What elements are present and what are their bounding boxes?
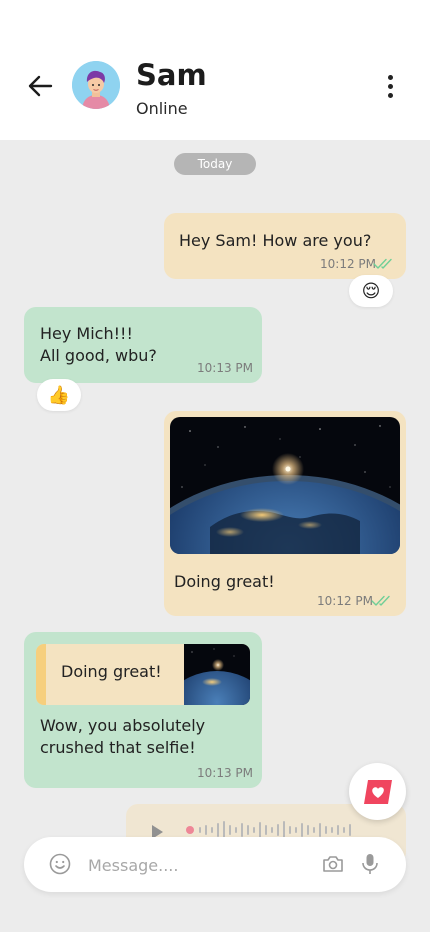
contact-status: Online	[136, 99, 188, 118]
message-time: 10:13 PM	[197, 766, 253, 780]
message-reaction[interactable]: 😌	[349, 275, 393, 307]
quoted-text: Doing great!	[61, 662, 162, 681]
back-button[interactable]	[24, 70, 56, 102]
message-text: Hey Mich!!! All good, wbu?	[40, 324, 157, 365]
shared-photo[interactable]	[170, 417, 400, 554]
sticker-button[interactable]	[349, 763, 406, 820]
message-time: 10:12 PM	[317, 594, 373, 608]
microphone-button[interactable]	[358, 852, 382, 876]
earth-photo-image	[170, 417, 400, 554]
incoming-reply-message[interactable]: Doing great! Wow, you absolutely crushed…	[24, 632, 262, 788]
quoted-message[interactable]: Doing great!	[36, 644, 250, 705]
more-options-button[interactable]	[378, 70, 402, 102]
double-check-icon	[373, 258, 392, 269]
avatar[interactable]	[72, 61, 120, 109]
incoming-message[interactable]: Hey Mich!!! All good, wbu? 10:13 PM	[24, 307, 262, 383]
image-caption: Doing great!	[174, 572, 275, 591]
person-avatar-icon	[72, 61, 120, 109]
microphone-icon	[362, 854, 378, 874]
outgoing-image-message[interactable]: Doing great! 10:12 PM	[164, 411, 406, 616]
message-text: Wow, you absolutely crushed that selfie!	[40, 716, 206, 757]
outgoing-message[interactable]: Hey Sam! How are you? 10:12 PM	[164, 213, 406, 279]
message-time: 10:12 PM	[320, 257, 376, 271]
message-reaction[interactable]: 👍	[37, 379, 81, 411]
smiley-icon	[49, 853, 71, 875]
message-time: 10:13 PM	[197, 361, 253, 375]
chat-header: Sam Online	[0, 0, 430, 140]
quote-accent-bar	[36, 644, 46, 705]
heart-sticker-icon	[363, 779, 392, 804]
contact-name[interactable]: Sam	[136, 58, 207, 92]
date-divider: Today	[174, 153, 256, 175]
emoji-button[interactable]	[48, 852, 72, 876]
quoted-photo-thumbnail	[184, 644, 250, 705]
more-vertical-icon	[387, 74, 393, 80]
message-input[interactable]	[88, 850, 308, 880]
double-check-icon	[371, 595, 390, 606]
message-composer	[24, 837, 406, 892]
camera-button[interactable]	[321, 852, 345, 876]
message-text: Hey Sam! How are you?	[179, 231, 372, 250]
camera-icon	[323, 856, 343, 872]
arrow-left-icon	[28, 75, 53, 97]
